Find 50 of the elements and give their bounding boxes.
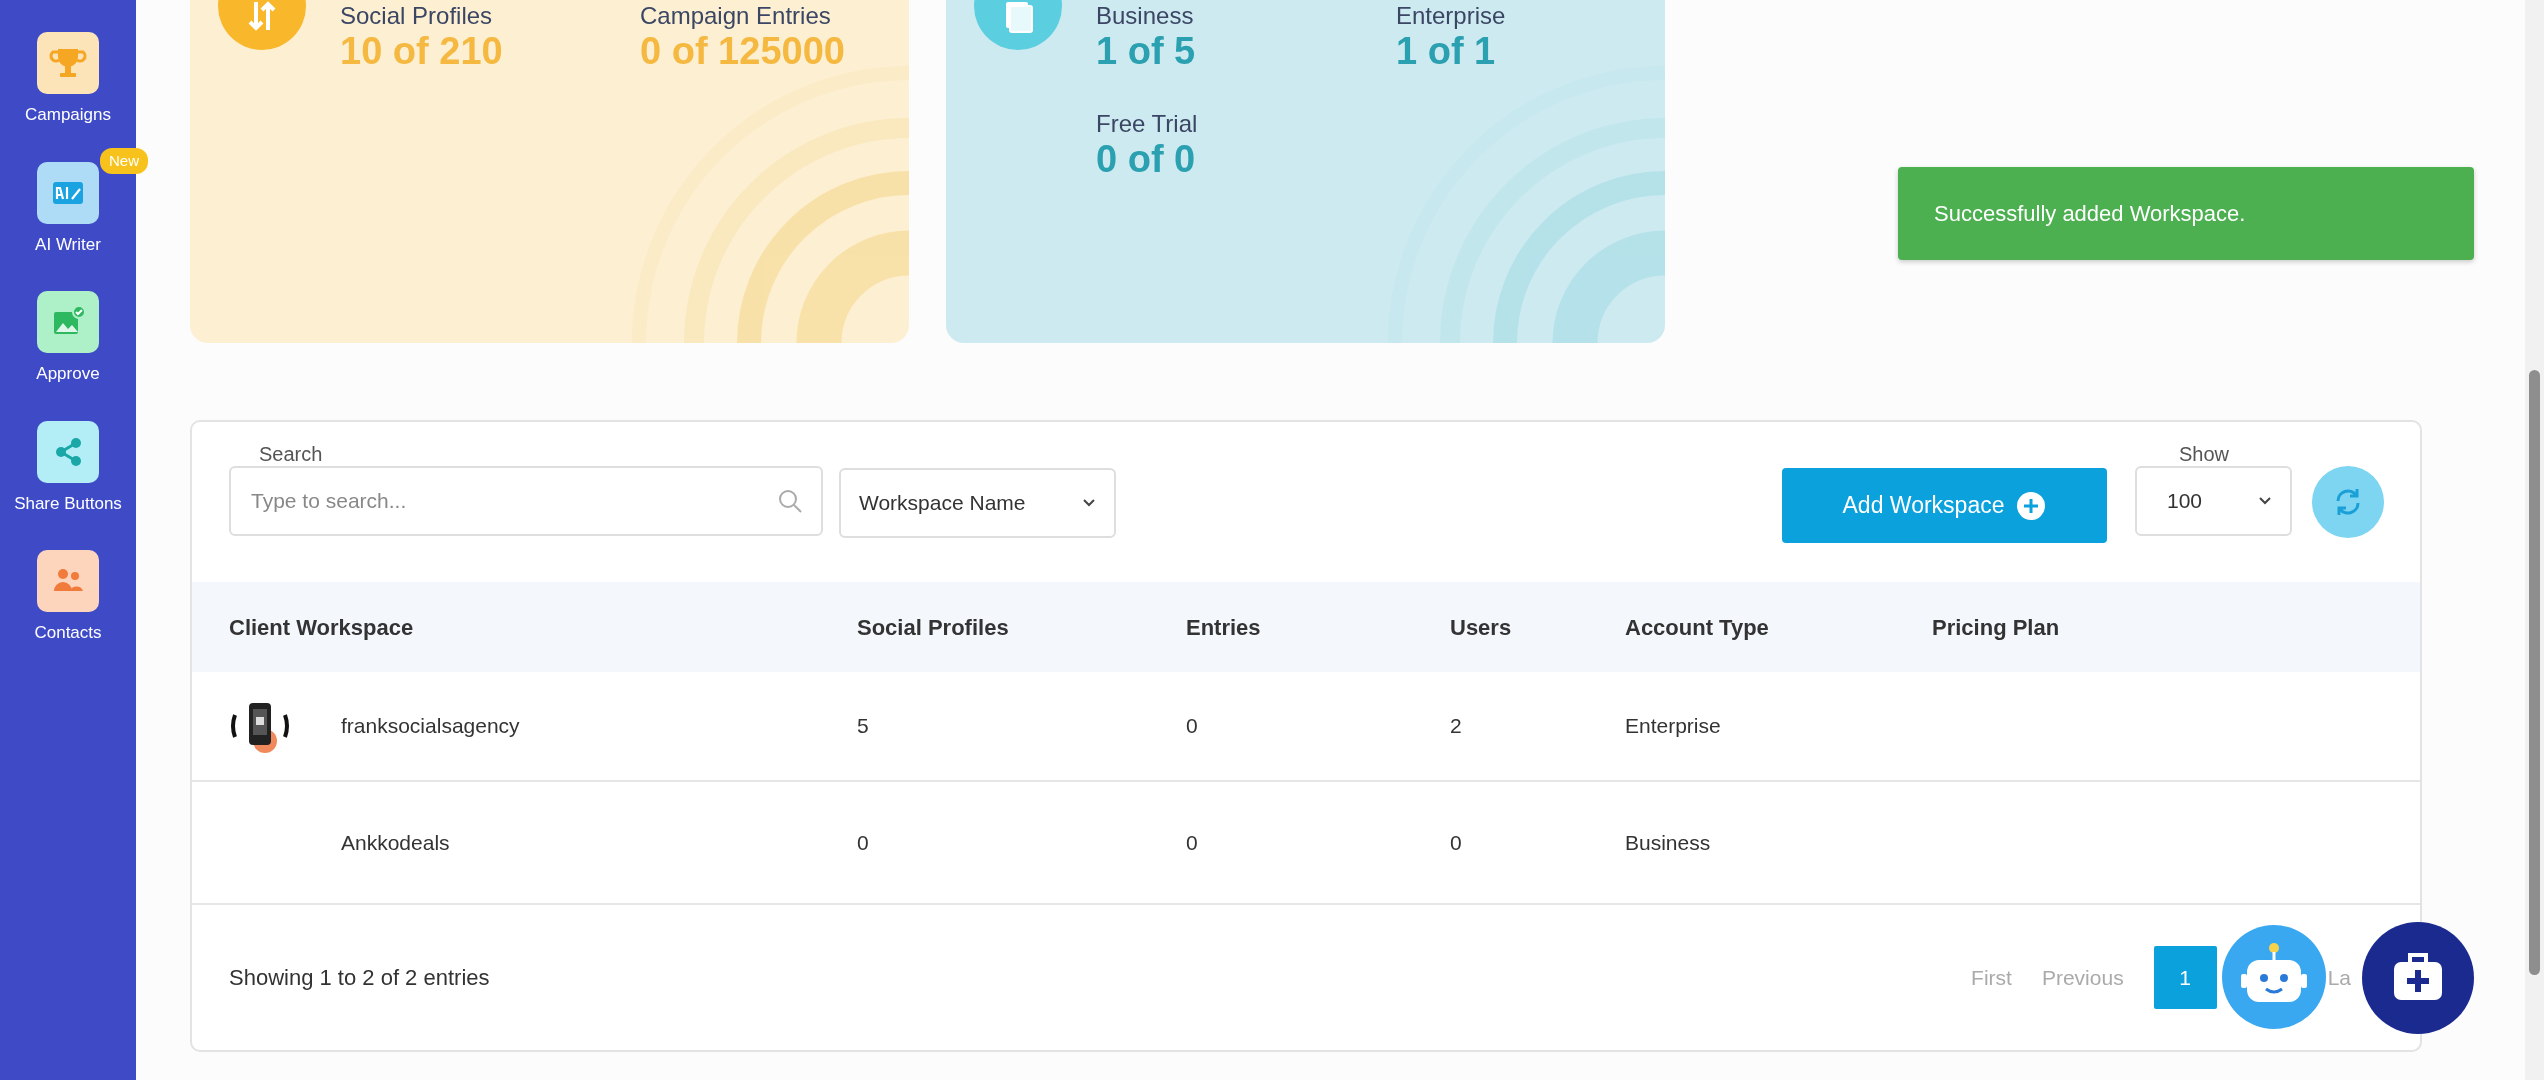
search-icon xyxy=(777,488,803,514)
column-header[interactable]: Account Type xyxy=(1625,610,1932,644)
column-header[interactable]: Client Workspace xyxy=(229,610,857,644)
stat-label: Campaign Entries xyxy=(640,4,832,28)
success-toast: Successfully added Workspace. xyxy=(1898,167,2474,260)
column-header[interactable]: Social Profiles xyxy=(857,610,1186,644)
sidebar-item[interactable] xyxy=(37,32,99,94)
table-cell: 0 xyxy=(857,830,869,854)
scrollbar[interactable] xyxy=(2525,0,2544,1080)
column-header[interactable]: Users xyxy=(1450,610,1625,644)
table-cell: 5 xyxy=(857,714,869,738)
caret-icon xyxy=(1082,498,1096,508)
stat-label: Business xyxy=(1096,4,1195,28)
stat-label: Free Trial xyxy=(1096,111,1199,136)
sidebar-item[interactable] xyxy=(37,550,99,612)
sidebar-label: Contacts xyxy=(34,622,102,644)
table-cell: Business xyxy=(1625,830,1711,854)
show-label: Show xyxy=(2178,444,2231,466)
entries-info: Showing 1 to 2 of 2 entries xyxy=(229,964,490,992)
table-cell: Enterprise xyxy=(1625,714,1721,738)
stat-label: Social Profiles xyxy=(340,4,494,28)
sidebar-label: Approve xyxy=(36,363,100,385)
column-header[interactable]: Pricing Plan xyxy=(1932,610,2420,644)
sidebar-item[interactable] xyxy=(37,420,99,483)
stat-value: 0 of 125000 xyxy=(640,32,846,72)
new-badge: New xyxy=(100,147,148,174)
caret-icon xyxy=(2258,496,2272,506)
search-label: Search xyxy=(258,444,324,466)
column-header[interactable]: Entries xyxy=(1186,610,1450,644)
search-input[interactable]: Type to search... xyxy=(249,484,777,518)
stat-value: 0 of 0 xyxy=(1096,139,1197,180)
workspace-name[interactable]: franksocialsagency xyxy=(341,710,520,742)
table-cell: 0 xyxy=(1186,714,1198,738)
show-dropdown[interactable]: 100 xyxy=(2135,466,2292,536)
stat-value: 10 of 210 xyxy=(340,32,504,72)
workspace-name[interactable]: Ankkodeals xyxy=(341,826,450,859)
stat-value: 1 of 1 xyxy=(1396,32,1497,72)
sidebar-item[interactable] xyxy=(37,161,99,224)
plus-circle-icon xyxy=(2016,490,2047,521)
table-cell: 0 xyxy=(1186,830,1198,854)
search-field[interactable]: Type to search... xyxy=(229,466,823,536)
table-cell: 0 xyxy=(1450,830,1462,854)
filter-dropdown[interactable]: Workspace Name xyxy=(839,468,1116,538)
table-cell: 2 xyxy=(1450,714,1462,738)
stat-label: Enterprise xyxy=(1396,4,1507,28)
stat-value: 1 of 5 xyxy=(1096,32,1197,72)
sidebar-label: Share Buttons xyxy=(14,492,122,515)
sidebar-label: AI Writer xyxy=(35,233,101,256)
sidebar-label: Campaigns xyxy=(25,104,111,126)
sidebar-item[interactable] xyxy=(37,291,99,353)
